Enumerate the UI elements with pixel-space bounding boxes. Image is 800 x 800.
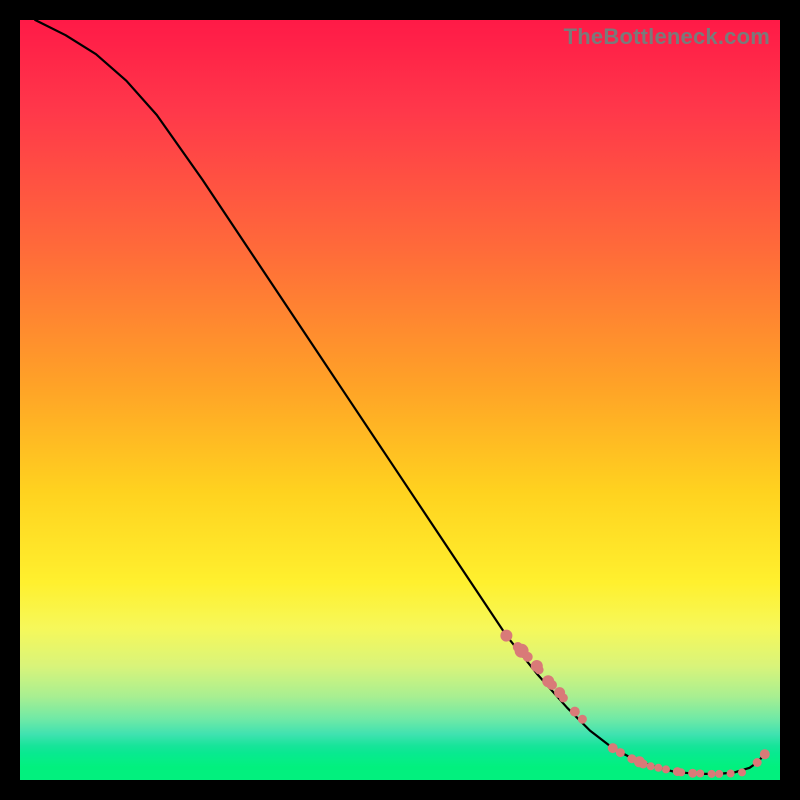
data-dot [677,768,685,776]
data-dot [639,760,648,769]
data-dot [578,715,587,724]
data-dot [662,765,670,773]
data-dot [535,665,544,674]
data-dot [559,693,568,702]
data-dot [715,770,723,778]
data-dot [688,769,697,778]
data-dot [708,770,716,778]
data-dots-group [500,630,769,778]
data-dot [760,749,770,759]
data-dot [647,762,655,770]
data-dot [727,770,735,778]
curve-layer [20,20,780,780]
data-dot [738,768,746,776]
data-dot [696,770,704,778]
data-dot [654,764,662,772]
chart-frame: TheBottleneck.com [0,0,800,800]
data-dot [570,707,580,717]
plot-area: TheBottleneck.com [20,20,780,780]
data-dot [500,630,512,642]
bottleneck-curve [35,20,765,774]
data-dot [523,652,533,662]
data-dot [753,758,762,767]
data-dot [547,680,557,690]
data-dot [616,748,625,757]
